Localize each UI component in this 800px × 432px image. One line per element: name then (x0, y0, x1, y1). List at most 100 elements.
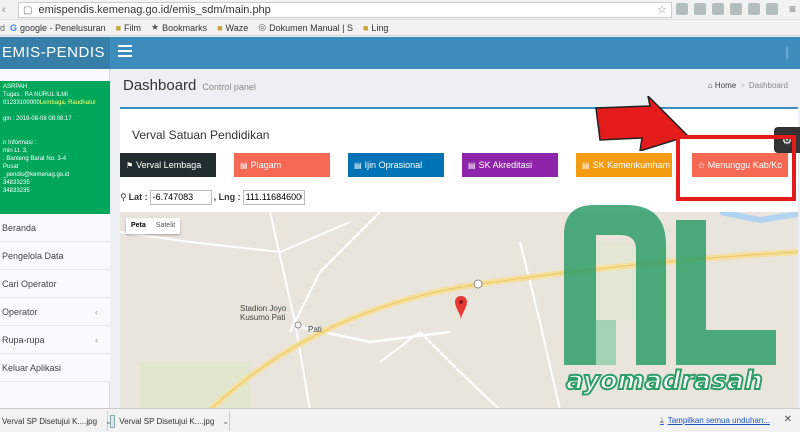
bookmark-label: Film (124, 22, 142, 33)
sidebar-item-pengelola-data[interactable]: Pengelola Data (0, 242, 110, 270)
lat-label: Lat : (128, 192, 148, 202)
info-line: Pusat (3, 164, 19, 170)
menu-toggle-icon[interactable] (118, 45, 132, 59)
app-logo[interactable]: EMIS-PENDIS (0, 37, 110, 69)
star-icon: ★ (151, 22, 160, 32)
breadcrumb-separator: > (740, 81, 745, 90)
sidebar-item-label: Cari Operator (2, 278, 57, 289)
extension-icon[interactable] (694, 3, 706, 15)
page-title: Dashboard Control panel (123, 77, 256, 94)
lng-input[interactable] (242, 189, 305, 205)
map-label-line: Stadion Joyo (240, 304, 287, 313)
breadcrumb-home[interactable]: Home (715, 81, 736, 90)
bookmark-bookmarks[interactable]: ★ Bookmarks (151, 22, 207, 33)
button-label: Ijin Oprasional (364, 160, 423, 170)
download-bar: Verval SP Disetujui K....jpg ⌄ Verval SP … (0, 408, 800, 432)
sidebar-item-label: Keluar Aplikasi (2, 362, 62, 373)
user-assignment: Tugas : RA NURUL ILMI (3, 92, 68, 98)
show-all-label: Tampilkan semua unduhan... (667, 416, 770, 425)
download-item[interactable]: Verval SP Disetujui K....jpg ⌄ (0, 411, 112, 431)
bookmarks-bar: d Ggoogle - Penelusuran ■ Film ★ Bookmarks… (0, 20, 800, 36)
show-all-downloads-link[interactable]: ⤓ Tampilkan semua unduhan... (660, 416, 770, 426)
extension-icon[interactable] (676, 3, 688, 15)
button-label: SK Kemenkumham (592, 160, 671, 170)
sk-akreditasi-button[interactable]: ▤ SK Akreditasi (462, 153, 558, 177)
download-filename: Verval SP Disetujui K....jpg (119, 416, 215, 426)
user-name: ASRPAH (3, 84, 28, 90)
file-icon: ▤ (582, 160, 590, 170)
flag-icon: ⚑ (126, 160, 134, 170)
sidebar-item-cari-operator[interactable]: Cari Operator (0, 270, 110, 298)
map-tab-peta[interactable]: Peta (126, 218, 151, 234)
close-icon[interactable]: ✕ (784, 414, 792, 425)
sidebar-nav: Beranda Pengelola Data Cari Operator Ope… (0, 214, 110, 382)
info-line: min Lt. 3, (3, 148, 28, 154)
browser-menu-icon[interactable]: ≡ (789, 2, 796, 16)
file-icon: ▤ (240, 160, 248, 170)
ijin-oprasional-button[interactable]: ▤ Ijin Oprasional (348, 153, 444, 177)
browser-toolbar: ‹ ▢ emispendis.kemenag.go.id/emis_sdm/ma… (0, 0, 800, 20)
breadcrumb-current: Dashboard (748, 81, 788, 90)
watermark-logo (564, 205, 776, 365)
sidebar-item-label: Pengelola Data (2, 250, 64, 261)
bookmark-film[interactable]: ■ Film (116, 23, 141, 33)
chevron-left-icon: ‹ (95, 334, 98, 345)
coordinates-row: ⚲ Lat : , Lng : (120, 189, 307, 205)
sidebar-item-beranda[interactable]: Beranda (0, 214, 110, 242)
chevron-left-icon: ‹ (95, 306, 98, 317)
image-file-icon (110, 414, 116, 428)
watermark-text: ayomadrasah (565, 365, 764, 397)
user-nip: 01233100000 (3, 100, 40, 106)
sidebar-item-label: Rupa-rupa (2, 334, 45, 345)
breadcrumb: ⌂ Home > Dashboard (708, 81, 788, 90)
sidebar-item-operator[interactable]: Operator ‹ (0, 298, 110, 326)
header-divider (786, 47, 794, 59)
page-subtitle: Control panel (202, 82, 256, 92)
extension-icon[interactable] (712, 3, 724, 15)
bookmark-ling[interactable]: ■ Ling (363, 23, 388, 33)
page-title-text: Dashboard (123, 77, 197, 94)
page-icon: ▢ (23, 4, 33, 16)
info-phone: 34833235 (3, 180, 30, 186)
highlight-box (676, 135, 796, 201)
bookmark-label: Waze (225, 22, 249, 33)
extension-icon[interactable] (748, 3, 760, 15)
map-type-control: Peta Satelit (126, 218, 181, 234)
user-institution: Lembaga, Raudhatul (39, 100, 96, 106)
download-filename: Verval SP Disetujui K....jpg (2, 416, 98, 426)
apps-icon[interactable]: d (0, 23, 10, 33)
verval-lembaga-button[interactable]: ⚑ Verval Lembaga (120, 153, 216, 177)
sk-kemenkumham-button[interactable]: ▤ SK Kemenkumham (576, 153, 672, 177)
map-tab-satelit[interactable]: Satelit (151, 218, 180, 234)
user-login-time: gin : 2018-08-08 08:08:17 (3, 116, 72, 122)
address-bar[interactable]: ▢ emispendis.kemenag.go.id/emis_sdm/main… (18, 2, 672, 18)
sidebar-item-keluar[interactable]: Keluar Aplikasi (0, 354, 110, 382)
button-label: Verval Lembaga (136, 160, 202, 170)
bookmark-label: google - Penelusuran (20, 22, 106, 33)
sidebar-item-rupa-rupa[interactable]: Rupa-rupa ‹ (0, 326, 110, 354)
bookmark-star-icon[interactable]: ☆ (657, 3, 667, 16)
home-icon: ⌂ (707, 81, 713, 90)
extension-icon[interactable] (730, 3, 742, 15)
bookmark-waze[interactable]: ■ Waze (217, 23, 248, 33)
sidebar-item-label: Operator (2, 306, 38, 317)
extension-icon[interactable] (766, 3, 778, 15)
bookmark-google[interactable]: Ggoogle - Penelusuran (10, 23, 106, 33)
lat-input[interactable] (149, 189, 212, 205)
info-email: _pendis@kemenag.go.id (3, 172, 70, 178)
chevron-down-icon[interactable]: ⌄ (222, 417, 229, 426)
info-fax: 34833235 (3, 188, 30, 194)
google-icon: G (10, 22, 18, 33)
bookmark-label: Ling (371, 22, 389, 33)
back-icon[interactable]: ‹ (2, 4, 14, 16)
piagam-button[interactable]: ▤ Piagam (234, 153, 330, 177)
map-marker-icon: ⚲ (120, 191, 127, 202)
lng-label: , Lng : (213, 192, 241, 202)
download-item[interactable]: Verval SP Disetujui K....jpg ⌄ (108, 411, 230, 431)
button-label: SK Akreditasi (478, 160, 533, 170)
map-label-line: Kusumo Pati (240, 313, 286, 322)
map-label-stadium: Stadion Joyo Kusumo Pati (240, 304, 286, 322)
download-icon: ⤓ (660, 416, 664, 425)
bookmark-label: Dokumen Manual | S (269, 22, 353, 33)
bookmark-dokumen[interactable]: ◎ Dokumen Manual | S (258, 22, 353, 33)
